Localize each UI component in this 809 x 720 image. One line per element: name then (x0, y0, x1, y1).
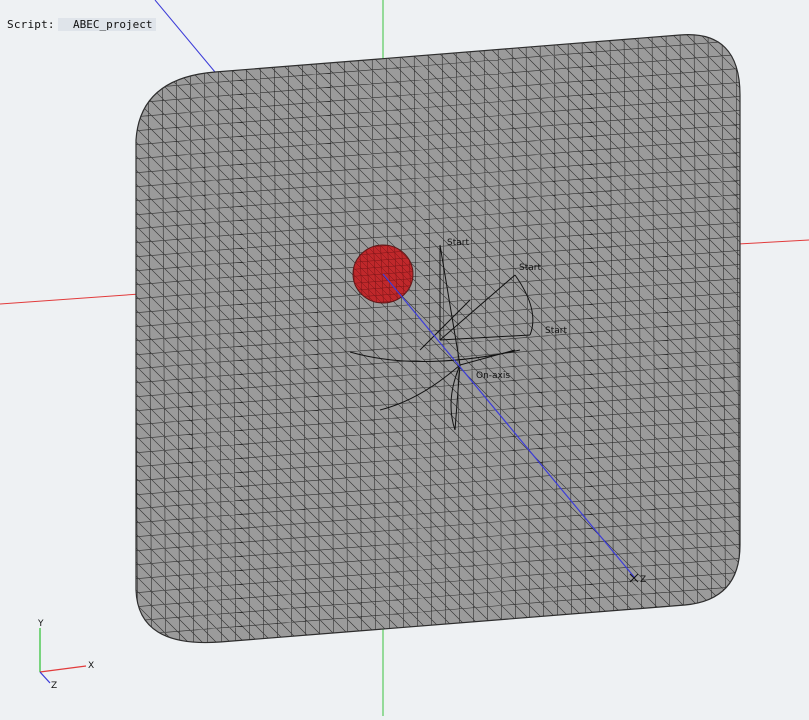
on-axis-label: On-axis (476, 371, 510, 381)
3d-viewport[interactable]: Start Start Start On-axis Z Y X Z Script… (0, 0, 809, 716)
triad-x-label: X (88, 661, 94, 671)
script-label: Script: (7, 18, 55, 31)
start-label-1: Start (447, 238, 469, 248)
world-z-axis-back (154, 0, 216, 73)
z-axis-marker-label: Z (640, 575, 646, 585)
world-x-axis-right (737, 239, 809, 245)
triad-z-label: Z (51, 681, 57, 691)
world-x-axis-left (0, 293, 141, 305)
start-label-2: Start (519, 263, 541, 273)
start-label-3: Start (545, 326, 567, 336)
baffle-mesh[interactable] (0, 0, 809, 700)
script-name: ABEC_project (58, 18, 157, 31)
orientation-triad: Y X Z (37, 619, 94, 691)
triad-y-label: Y (37, 619, 44, 629)
